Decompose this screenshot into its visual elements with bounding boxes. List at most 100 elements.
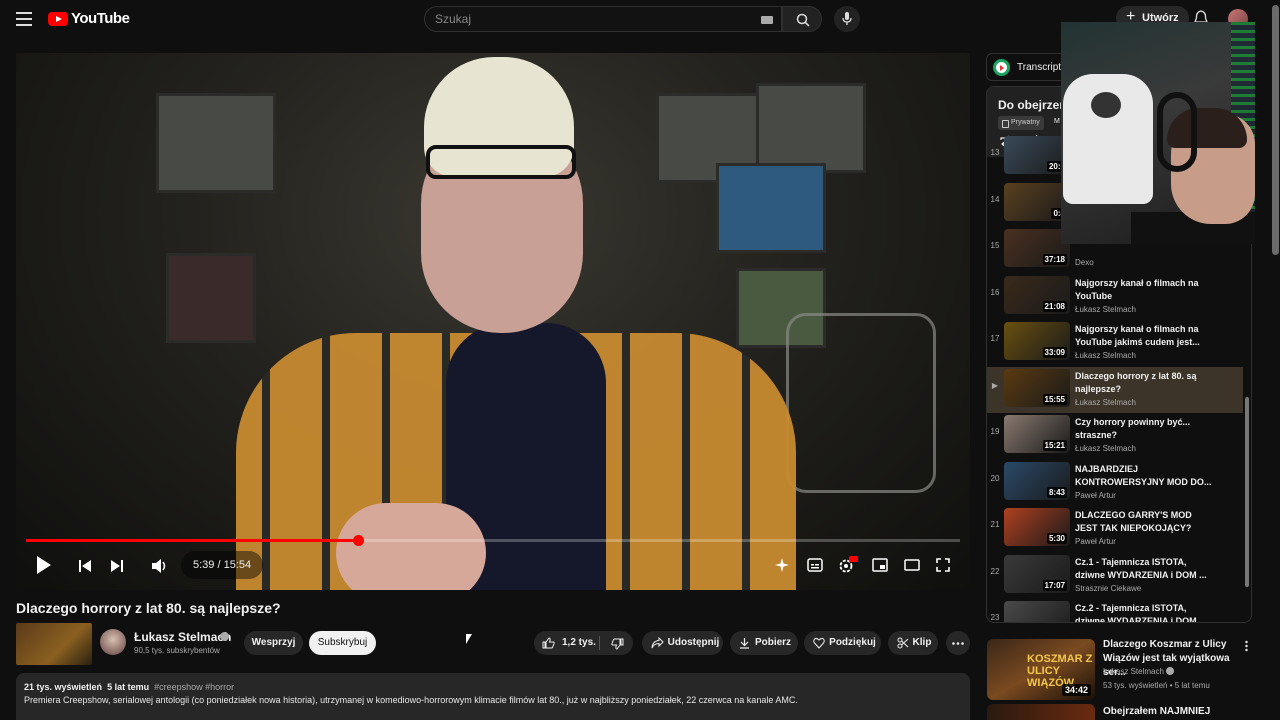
- playlist-item-thumbnail[interactable]: [1004, 601, 1070, 622]
- like-divider: [599, 636, 600, 650]
- playlist-title[interactable]: Do obejrzen: [998, 98, 1067, 112]
- playlist-item[interactable]: 16 21:08 Najgorszy kanał o filmach na YouT…: [987, 274, 1243, 320]
- progress-fill: [26, 539, 358, 542]
- playlist-item-thumbnail[interactable]: 15:55: [1004, 368, 1070, 407]
- settings-gear-icon[interactable]: [838, 556, 858, 574]
- playlist-item-title[interactable]: DLACZEGO GARRY'S MOD JEST TAK NIEPOKOJĄC…: [1075, 509, 1215, 535]
- download-button[interactable]: Pobierz: [730, 631, 798, 655]
- playlist-item[interactable]: 19 15:21 Czy horrory powinny być... strasz…: [987, 413, 1243, 459]
- playlist-item-channel[interactable]: Łukasz Stelmach: [1075, 305, 1136, 314]
- description-box[interactable]: 21 tys. wyświetleń 5 lat temu #creepshow…: [16, 673, 970, 720]
- volume-icon[interactable]: [151, 558, 169, 574]
- playlist-item-thumbnail[interactable]: 21:08: [1004, 275, 1070, 314]
- next-icon[interactable]: [110, 559, 124, 573]
- playlist-item-thumbnail[interactable]: 33:09: [1004, 322, 1070, 360]
- subtitles-icon[interactable]: [807, 558, 823, 572]
- background-tv: [716, 163, 826, 253]
- playlist-item-title[interactable]: Najgorszy kanał o filmach na YouTube jak…: [1075, 323, 1215, 349]
- description-meta: 21 tys. wyświetleń 5 lat temu #creepshow…: [24, 682, 234, 692]
- subscribe-button[interactable]: Subskrybuj: [309, 631, 376, 655]
- search-icon: [796, 13, 810, 27]
- background-tv: [166, 253, 256, 343]
- playlist-item-thumbnail[interactable]: 15:21: [1004, 415, 1070, 453]
- menu-icon[interactable]: [16, 12, 32, 26]
- background-tv: [156, 93, 276, 193]
- playlist-item-title[interactable]: NAJBARDZIEJ KONTROWERSYJNY MOD DO...: [1075, 463, 1215, 489]
- playlist-item-title[interactable]: Najgorszy kanał o filmach na YouTube: [1075, 277, 1215, 303]
- thumbs-down-icon[interactable]: [611, 638, 624, 650]
- thumbs-up-icon[interactable]: [542, 637, 555, 649]
- playlist-owner[interactable]: M: [1054, 118, 1060, 125]
- hashtags[interactable]: #creepshow #horror: [154, 682, 234, 692]
- support-button[interactable]: Wesprzyj: [244, 631, 303, 655]
- playlist-item-channel[interactable]: Paweł Artur: [1075, 491, 1116, 500]
- playlist-item-title[interactable]: Czy horrory powinny być... straszne?: [1075, 416, 1215, 442]
- playlist-item[interactable]: 17 33:09 Najgorszy kanał o filmach na YouT…: [987, 320, 1243, 366]
- video-player[interactable]: 5:39 / 15:54: [16, 53, 970, 590]
- playlist-item[interactable]: 22 17:07 Cz.1 - Tajemnicza ISTOTA, dziwne …: [987, 553, 1243, 599]
- theater-mode-icon[interactable]: [904, 558, 920, 572]
- playlist-item[interactable]: 23 Cz.2 - Tajemnicza ISTOTA, dziwne WYDAR…: [987, 599, 1243, 622]
- time-display: 5:39 / 15:54: [181, 551, 264, 579]
- playlist-item-channel[interactable]: Dexo: [1075, 258, 1094, 267]
- playlist-item-duration: 21:08: [1042, 300, 1067, 312]
- download-label: Pobierz: [754, 637, 792, 648]
- recommended-title[interactable]: Obejrzałem NAJMNIEJ: [1103, 706, 1210, 717]
- share-button[interactable]: Udostępnij: [642, 631, 723, 655]
- like-count[interactable]: 1,2 tys.: [562, 631, 596, 655]
- scissors-icon: [897, 637, 909, 649]
- playlist-item-channel[interactable]: Strasznie Ciekawe: [1075, 584, 1141, 593]
- channel-name[interactable]: Łukasz Stelmach: [134, 630, 231, 644]
- scrubber-handle[interactable]: [352, 535, 364, 546]
- playlist-item[interactable]: ▶ 15:55 Dlaczego horrory z lat 80. są najl…: [987, 366, 1243, 413]
- miniplayer-icon[interactable]: [872, 558, 888, 572]
- playlist-item-thumbnail[interactable]: 5:30: [1004, 508, 1070, 546]
- background-tv: [756, 83, 866, 173]
- playlist-item-channel[interactable]: Łukasz Stelmach: [1075, 398, 1136, 407]
- recommended-channel[interactable]: Łukasz Stelmach: [1103, 667, 1175, 676]
- fullscreen-icon[interactable]: [936, 558, 950, 572]
- recommended-thumbnail[interactable]: KOSZMAR Z ULICY WIĄZÓW 34:42: [987, 639, 1095, 700]
- playlist-item-duration: 17:07: [1042, 579, 1067, 591]
- ai-sparkle-icon[interactable]: [774, 557, 790, 573]
- clip-button[interactable]: Klip: [888, 631, 938, 655]
- playlist-item-channel[interactable]: Łukasz Stelmach: [1075, 444, 1136, 453]
- playlist-item-index: 22: [990, 566, 1000, 576]
- playlist-scrollbar[interactable]: [1245, 397, 1249, 587]
- video-title: Dlaczego horrory z lat 80. są najlepsze?: [16, 600, 281, 616]
- playlist-item-thumbnail[interactable]: 8:43: [1004, 461, 1070, 500]
- recommended-thumbnail[interactable]: [987, 704, 1095, 720]
- playlist-item-channel[interactable]: Łukasz Stelmach: [1075, 351, 1136, 360]
- subscriber-count: 90,5 tys. subskrybentów: [134, 646, 220, 655]
- youtube-play-icon: [48, 11, 68, 26]
- playlist-item[interactable]: 21 5:30 DLACZEGO GARRY'S MOD JEST TAK NIEP…: [987, 506, 1243, 552]
- microphone-icon: [842, 12, 852, 25]
- playlist-item[interactable]: 20 8:43 NAJBARDZIEJ KONTROWERSYJNY MOD DO.…: [987, 460, 1243, 506]
- verified-badge-icon: [1166, 667, 1175, 675]
- page-scrollbar-thumb[interactable]: [1272, 5, 1279, 255]
- more-actions-button[interactable]: [946, 631, 970, 655]
- keyboard-icon[interactable]: [761, 16, 773, 24]
- thanks-button[interactable]: Podziękuj: [804, 631, 881, 655]
- channel-avatar[interactable]: [100, 629, 126, 655]
- more-vertical-icon[interactable]: [1245, 640, 1248, 652]
- search-button[interactable]: [782, 6, 822, 32]
- logo-text: YouTube: [71, 10, 130, 27]
- playlist-item-thumbnail[interactable]: 17:07: [1004, 554, 1070, 593]
- webcam-overlay: [1061, 22, 1255, 244]
- chair-logo-icon: [1091, 92, 1121, 118]
- playlist-item-title[interactable]: Dlaczego horrory z lat 80. są najlepsze?: [1075, 370, 1215, 396]
- playlist-item-duration: 33:09: [1042, 347, 1067, 358]
- playlist-item-channel[interactable]: Paweł Artur: [1075, 537, 1116, 546]
- play-icon[interactable]: [34, 553, 54, 577]
- playlist-item-title[interactable]: Cz.2 - Tajemnicza ISTOTA, dziwne WYDARZE…: [1075, 602, 1215, 622]
- youtube-logo[interactable]: YouTube: [48, 10, 130, 27]
- channel-banner-thumbnail[interactable]: [16, 623, 92, 665]
- playlist-item-title[interactable]: Cz.1 - Tajemnicza ISTOTA, dziwne WYDARZE…: [1075, 556, 1215, 582]
- transcript-label: Transcript: [1017, 62, 1062, 73]
- progress-bar[interactable]: [26, 535, 960, 546]
- previous-icon[interactable]: [78, 559, 92, 573]
- voice-search-button[interactable]: [834, 6, 860, 32]
- description-text: Premiera Creepshow, serialowej antologii…: [24, 695, 798, 705]
- search-input[interactable]: [435, 12, 755, 26]
